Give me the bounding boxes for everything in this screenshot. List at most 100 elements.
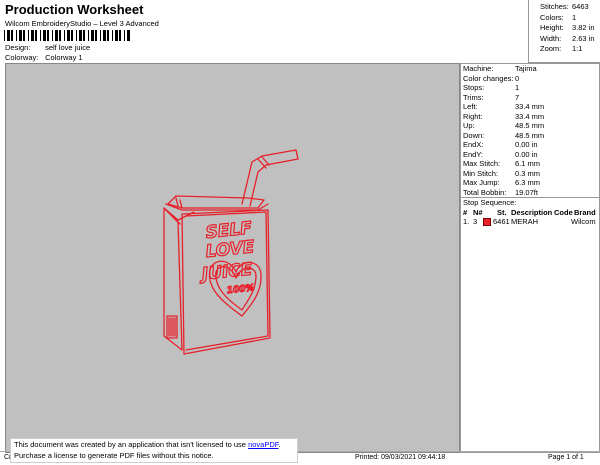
barcode-bar <box>35 30 37 41</box>
machine-info-panel: Machine: Tajima Color changes: 0 Stops: 1 T… <box>460 63 600 453</box>
row-needle: 3 <box>473 217 478 226</box>
stat-value: 2.63 in <box>572 33 595 43</box>
info-label: Up: <box>463 121 475 130</box>
stat-row: Colors: 1 <box>540 13 598 24</box>
stop-sequence-title: Stop Sequence: <box>463 198 517 207</box>
barcode-bar <box>95 30 97 41</box>
info-value: 33.4 mm <box>515 102 545 111</box>
barcode-bar <box>55 30 58 41</box>
info-label: Max Stitch: <box>463 159 501 168</box>
barcode-bar <box>28 30 29 41</box>
info-row: EndX: 0.00 in <box>463 140 597 149</box>
barcode-bar <box>100 30 101 41</box>
info-label: Trims: <box>463 92 484 102</box>
info-label: EndY: <box>463 149 484 159</box>
col-description: Description <box>511 208 553 217</box>
barcode-bar <box>103 30 106 41</box>
info-label: Left: <box>463 102 478 111</box>
info-row: EndY: 0.00 in <box>463 150 597 159</box>
design-text-love: LOVE <box>205 237 256 262</box>
info-value: Tajima <box>515 64 537 73</box>
info-value: 0.00 in <box>515 149 538 159</box>
info-value: 0.3 mm <box>515 168 541 178</box>
col-code: Code <box>554 208 573 217</box>
barcode-bar <box>7 30 10 41</box>
info-row: Color changes: 0 <box>463 74 597 83</box>
row-stitches: 6461 <box>493 217 510 226</box>
barcode-bar <box>67 30 70 41</box>
info-label: Machine: <box>463 64 494 73</box>
info-value: 0 <box>515 73 520 83</box>
info-value: 19.07ft <box>515 187 538 197</box>
software-name: Wilcom EmbroideryStudio – Level 3 Advanc… <box>5 19 159 28</box>
design-preview: SELF LOVE JUICE 100% <box>5 63 460 453</box>
info-value: 1 <box>515 83 520 92</box>
stat-value: 1:1 <box>572 44 583 53</box>
barcode-bar <box>127 30 130 41</box>
info-row: Machine: Tajima <box>463 64 597 73</box>
barcode-bar <box>91 30 94 41</box>
barcode-image <box>4 30 130 41</box>
stat-label: Colors: <box>540 12 564 22</box>
page-number: Page 1 of 1 <box>548 454 584 461</box>
license-notice: This document was created by an applicat… <box>10 438 298 463</box>
colorway-label: Colorway: <box>5 53 39 62</box>
col-needle: N# <box>473 208 483 217</box>
info-label: Stops: <box>463 83 485 92</box>
page-title: Production Worksheet <box>5 2 144 17</box>
barcode-bar <box>71 30 73 41</box>
barcode-bar <box>119 30 121 41</box>
info-label: Max Jump: <box>463 178 500 187</box>
juice-box-design: SELF LOVE JUICE 100% <box>163 149 299 355</box>
barcode-bar <box>76 30 77 41</box>
design-row: Design: self love juice <box>5 43 90 52</box>
stat-row: Height: 3.82 in <box>540 23 598 34</box>
info-value: 6.3 mm <box>515 178 541 187</box>
info-row: Max Stitch: 6.1 mm <box>463 159 597 168</box>
barcode-bar <box>115 30 118 41</box>
colorway-value: Colorway 1 <box>45 53 83 62</box>
stat-value: 3.82 in <box>572 23 595 32</box>
barcode-bar <box>64 30 65 41</box>
notice-text-end: . <box>278 440 281 449</box>
barcode-bar <box>16 30 17 41</box>
stats-list: Stitches: 6463 Colors: 1 Height: 3.82 in Wi… <box>540 2 598 55</box>
info-value: 48.5 mm <box>515 130 545 140</box>
notice-text: This document was created by an applicat… <box>14 440 249 449</box>
info-row: Total Bobbin: 19.07ft <box>463 188 597 197</box>
info-label: Min Stitch: <box>463 168 499 178</box>
row-brand: Wilcom <box>571 217 596 226</box>
info-label: Right: <box>463 111 483 121</box>
info-row: Down: 48.5 mm <box>463 131 597 140</box>
barcode-bar <box>19 30 22 41</box>
info-label: Color changes: <box>463 73 514 83</box>
stat-value: 1 <box>572 12 577 22</box>
barcode-bar <box>40 30 41 41</box>
col-index: # <box>463 208 468 217</box>
col-brand: Brand <box>574 208 596 217</box>
info-value: 7 <box>515 92 520 102</box>
barcode-bar <box>52 30 53 41</box>
design-label: Design: <box>5 43 31 52</box>
colorway-row: Colorway: Colorway 1 <box>5 53 83 62</box>
info-row: Min Stitch: 0.3 mm <box>463 169 597 178</box>
barcode-bar <box>11 30 13 41</box>
info-label: EndX: <box>463 140 484 149</box>
info-label: Total Bobbin: <box>463 187 507 197</box>
info-row: Right: 33.4 mm <box>463 112 597 121</box>
stat-value: 6463 <box>572 2 589 11</box>
info-row: Up: 48.5 mm <box>463 121 597 130</box>
barcode-bar <box>79 30 82 41</box>
info-value: 48.5 mm <box>515 121 545 130</box>
printed-date: Printed: 09/03/2021 09:44:18 <box>355 454 446 461</box>
barcode-bar <box>112 30 113 41</box>
info-value: 6.1 mm <box>515 159 541 168</box>
col-stitches: St. <box>497 208 507 217</box>
barcode-bar <box>88 30 89 41</box>
color-swatch <box>483 218 491 226</box>
novapdf-link[interactable]: novaPDF <box>248 440 278 449</box>
stat-label: Width: <box>540 33 562 43</box>
stat-label: Height: <box>540 23 564 32</box>
design-text-juice: JUICE <box>198 259 254 285</box>
barcode-bar <box>83 30 85 41</box>
